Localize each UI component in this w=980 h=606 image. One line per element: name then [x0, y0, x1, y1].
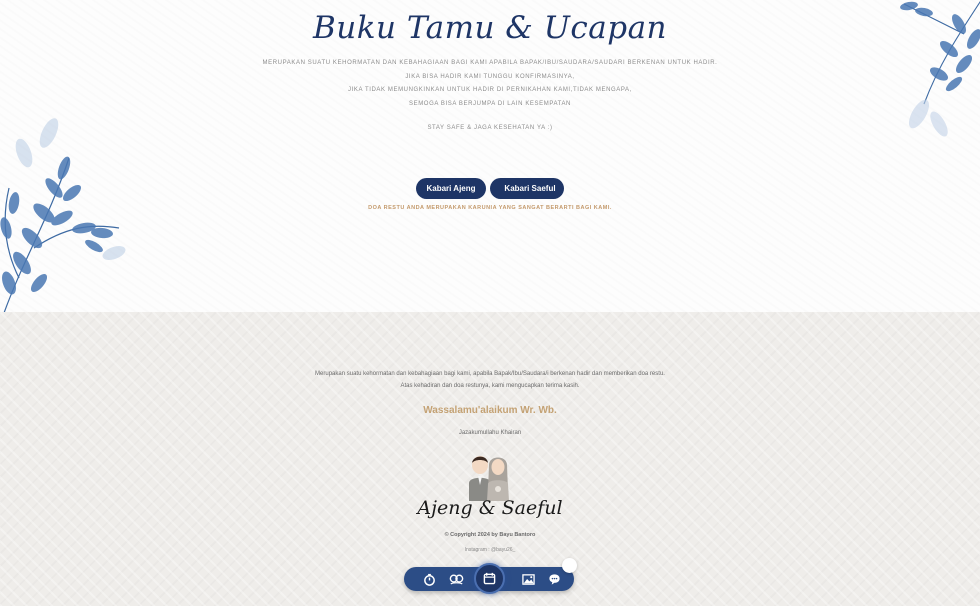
couple-icon[interactable] — [444, 567, 468, 591]
intro-line: SEMOGA BISA BERJUMPA DI LAIN KESEMPATAN — [409, 100, 571, 107]
confirmation-buttons: Kabari Ajeng Kabari Saeful — [0, 178, 980, 199]
gallery-icon[interactable] — [516, 567, 540, 591]
paper-texture — [0, 0, 980, 312]
bottom-navbar — [404, 563, 574, 594]
copyright-text: © Copyright 2024 by Bayu Bantoro — [444, 532, 536, 538]
guestbook-section: Buku Tamu & Ucapan MERUPAKAN SUATU KEHOR… — [0, 0, 980, 312]
invitation-text: MERUPAKAN SUATU KEHORMATAN DAN KEBAHAGIA… — [0, 57, 980, 111]
timer-icon[interactable] — [417, 567, 441, 591]
couple-names: Ajeng & Saeful — [417, 497, 563, 519]
couple-avatar — [469, 456, 509, 501]
intro-line: JIKA TIDAK MEMUNGKINKAN UNTUK HADIR DI P… — [348, 87, 632, 93]
closing-line: Merupakan suatu kehormatan dan kebahagia… — [315, 371, 665, 377]
instagram-text: Instagram : @bayu26_ — [464, 547, 516, 553]
intro-line: MERUPAKAN SUATU KEHORMATAN DAN KEBAHAGIA… — [262, 60, 718, 66]
chat-icon[interactable] — [542, 567, 566, 591]
doa-restu-text: DOA RESTU ANDA MERUPAKAN KARUNIA YANG SA… — [368, 205, 612, 211]
stay-safe-text: STAY SAFE & JAGA KESEHATAN YA :) — [427, 125, 553, 131]
calendar-icon[interactable] — [474, 563, 505, 594]
salam-text: Wassalamu'alaikum Wr. Wb. — [423, 405, 557, 416]
closing-text: Merupakan suatu kehormatan dan kebahagia… — [0, 368, 980, 392]
kabari-ajeng-button[interactable]: Kabari Ajeng — [416, 178, 486, 199]
footer-section: Merupakan suatu kehormatan dan kebahagia… — [0, 312, 980, 606]
music-toggle-button[interactable] — [562, 558, 577, 573]
page-title: Buku Tamu & Ucapan — [312, 10, 668, 46]
closing-line: Atas kehadiran dan doa restunya, kami me… — [400, 383, 580, 389]
kabari-saeful-button[interactable]: Kabari Saeful — [490, 178, 564, 199]
thanks-text: Jazakumullahu Khairan — [458, 430, 522, 436]
intro-line: JIKA BISA HADIR KAMI TUNGGU KONFIRMASINY… — [405, 73, 575, 80]
